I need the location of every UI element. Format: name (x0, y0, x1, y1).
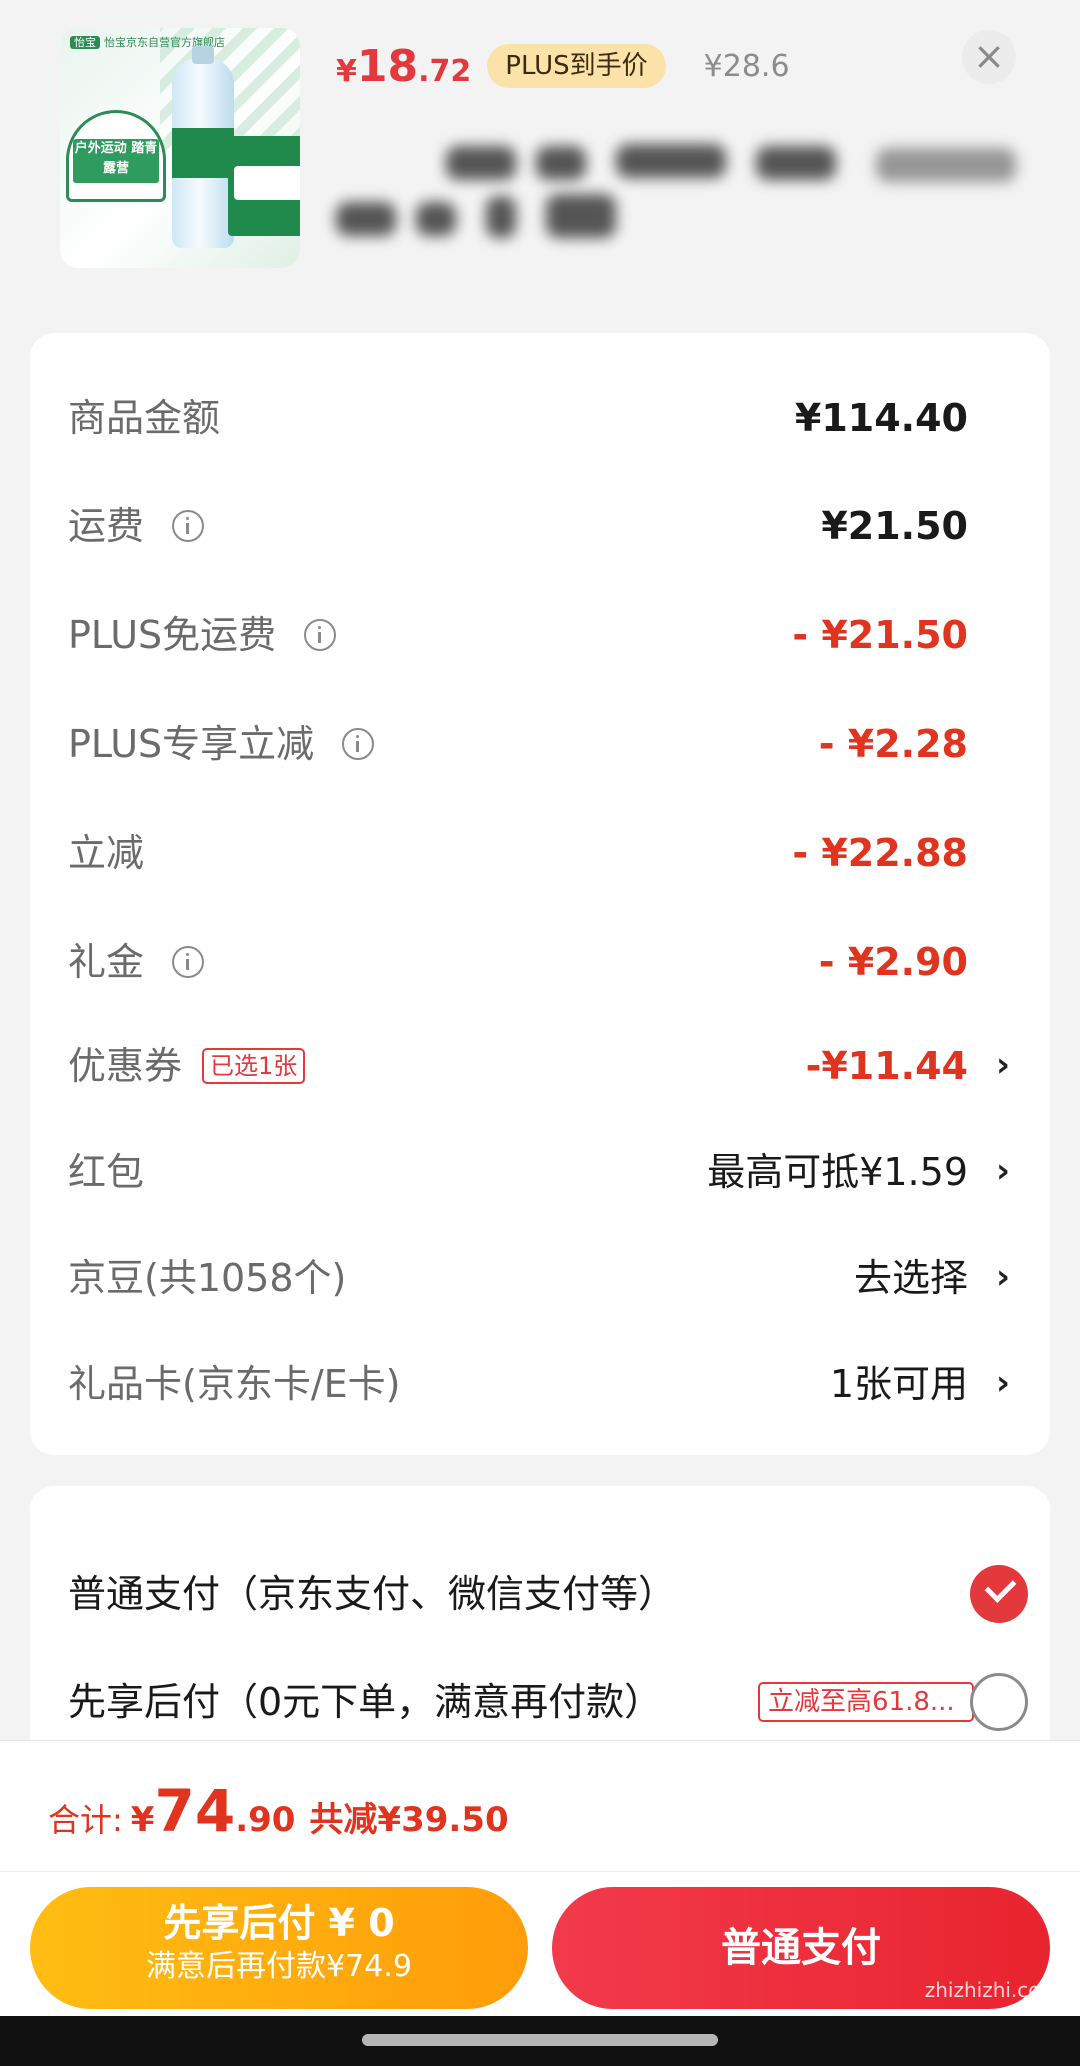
product-title-blurred (336, 140, 1026, 250)
cost-row-goods-amount: 商品金额 ¥114.40 (30, 388, 1050, 448)
cost-breakdown-card: 商品金额 ¥114.40 运费 ¥21.50 PLUS免运费 - ¥21.50 … (30, 333, 1050, 1455)
water-bottle-image (172, 46, 234, 248)
cost-row-jd-beans[interactable]: 京豆(共1058个) 去选择 › (30, 1248, 1050, 1308)
cost-value: ¥21.50 (821, 504, 968, 548)
payment-option-normal[interactable]: 普通支付（京东支付、微信支付等） (68, 1562, 1028, 1626)
cost-label: PLUS专享立减 (68, 714, 375, 774)
water-pack-image (228, 136, 300, 236)
system-home-bar (0, 2016, 1080, 2066)
cost-label: 红包 (68, 1150, 145, 1194)
cost-label: 优惠券 已选1张 (68, 1036, 306, 1096)
cost-value: - ¥21.50 (792, 613, 968, 657)
chevron-right-icon: › (995, 1257, 1010, 1297)
cost-label: 运费 (68, 496, 205, 556)
cost-row-coupon[interactable]: 优惠券 已选1张 -¥11.44 › (30, 1036, 1050, 1096)
total-label: 合计: (48, 1801, 123, 1839)
original-price: ¥28.6 (703, 48, 790, 84)
info-icon[interactable] (304, 619, 337, 651)
info-icon[interactable] (172, 946, 205, 978)
total-integer: 74 (154, 1777, 236, 1845)
cost-label: 礼品卡(京东卡/E卡) (68, 1362, 401, 1406)
pay-later-button-title: 先享后付 ¥ 0 (163, 1901, 395, 1945)
close-icon: × (973, 34, 1005, 78)
cost-value: ¥114.40 (794, 396, 968, 440)
cost-value: - ¥22.88 (792, 831, 968, 875)
coupon-selected-tag: 已选1张 (202, 1048, 306, 1084)
info-icon[interactable] (342, 728, 375, 760)
cost-value: - ¥2.28 (818, 722, 968, 766)
thumbnail-badge-text: 户外运动 踏青露营 (73, 139, 159, 183)
chevron-right-icon: › (995, 1151, 1010, 1191)
price-row: ¥18.72 PLUS到手价 ¥28.6 (336, 36, 790, 96)
total-saved: 共减¥39.50 (309, 1800, 509, 1840)
cost-row-gift-card[interactable]: 礼品卡(京东卡/E卡) 1张可用 › (30, 1354, 1050, 1414)
chevron-right-icon: › (995, 1045, 1010, 1085)
product-header: 怡宝 怡宝京东自营官方旗舰店 户外运动 踏青露营 ¥18.72 PLUS到手价 ¥… (0, 0, 1080, 310)
cost-label: 立减 (68, 831, 145, 875)
cost-row-instant-discount: 立减 - ¥22.88 (30, 823, 1050, 883)
radio-checked-icon[interactable] (970, 1565, 1028, 1623)
cost-label: 京豆(共1058个) (68, 1256, 347, 1300)
total-decimal: .90 (235, 1800, 296, 1840)
payment-method-card: 普通支付（京东支付、微信支付等） 先享后付（0元下单，满意再付款） 立减至高61… (30, 1486, 1050, 1746)
cost-value: -¥11.44 (805, 1044, 968, 1088)
payment-option-label: 普通支付（京东支付、微信支付等） (68, 1572, 677, 1616)
divider (0, 1871, 1080, 1872)
plus-price-tag: PLUS到手价 (487, 44, 666, 88)
chevron-right-icon: › (995, 1363, 1010, 1403)
order-total: 合计: ¥ 74 .90 共减¥39.50 (48, 1777, 509, 1857)
cost-row-red-packet[interactable]: 红包 最高可抵¥1.59 › (30, 1142, 1050, 1202)
cost-label: 礼金 (68, 932, 205, 992)
cost-value: 去选择 (853, 1256, 968, 1300)
total-currency: ¥ (130, 1800, 155, 1840)
cost-value: 1张可用 (829, 1362, 968, 1406)
info-icon[interactable] (172, 510, 205, 542)
home-indicator[interactable] (362, 2034, 718, 2046)
cost-row-plus-free-shipping: PLUS免运费 - ¥21.50 (30, 605, 1050, 665)
current-price: ¥18.72 (336, 40, 472, 92)
payment-option-pay-later[interactable]: 先享后付（0元下单，满意再付款） 立减至高61.8... (68, 1670, 1028, 1734)
site-watermark: zhizhizhi.com (924, 1978, 1060, 2002)
pay-later-button-subtitle: 满意后再付款¥74.9 (146, 1949, 412, 1984)
cost-value: 最高可抵¥1.59 (707, 1150, 968, 1194)
thumbnail-store-label: 怡宝 怡宝京东自营官方旗舰店 (70, 34, 290, 54)
pay-later-discount-tag: 立减至高61.8... (758, 1682, 974, 1722)
pay-later-button[interactable]: 先享后付 ¥ 0 满意后再付款¥74.9 (30, 1887, 528, 2009)
cost-label: PLUS免运费 (68, 605, 337, 665)
cost-row-plus-discount: PLUS专享立减 - ¥2.28 (30, 714, 1050, 774)
cost-label: 商品金额 (68, 396, 221, 440)
payment-option-label: 先享后付（0元下单，满意再付款） (68, 1680, 663, 1724)
cost-row-shipping: 运费 ¥21.50 (30, 496, 1050, 556)
cost-row-gift-money: 礼金 - ¥2.90 (30, 932, 1050, 992)
radio-unchecked-icon[interactable] (970, 1673, 1028, 1731)
cost-value: - ¥2.90 (818, 940, 968, 984)
close-button[interactable]: × (962, 30, 1016, 84)
thumbnail-badge: 户外运动 踏青露营 (66, 110, 166, 202)
product-thumbnail[interactable]: 怡宝 怡宝京东自营官方旗舰店 户外运动 踏青露营 (60, 28, 300, 268)
